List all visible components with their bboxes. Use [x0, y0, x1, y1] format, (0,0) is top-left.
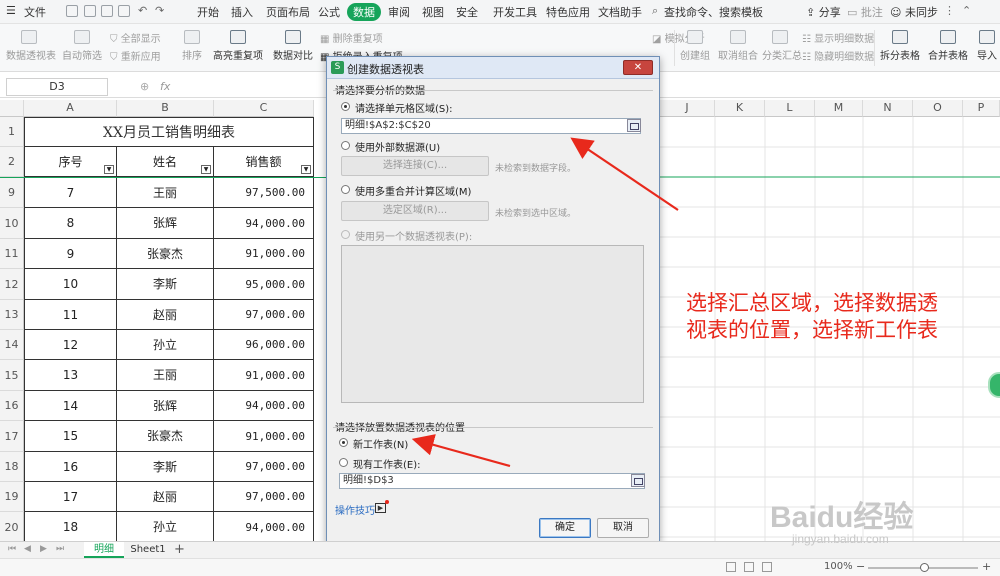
zoom-slider-handle[interactable]: [920, 563, 929, 572]
first-sheet-icon[interactable]: ⏮: [8, 544, 16, 554]
watermark-url: jingyan.baidu.com: [792, 532, 889, 546]
watermark-logo: Baidu经验: [770, 501, 914, 534]
next-sheet-icon[interactable]: ▶: [40, 544, 47, 554]
add-sheet-icon[interactable]: +: [174, 542, 185, 557]
view-page-icon[interactable]: [744, 562, 754, 572]
sheet-tab-sheet1[interactable]: Sheet1: [126, 542, 170, 558]
annotation-arrows: [411, 137, 679, 468]
last-sheet-icon[interactable]: ⏭: [56, 544, 64, 554]
annotation-text: 选择汇总区域，选择数据透视表的位置，选择新工作表: [686, 291, 938, 342]
prev-sheet-icon[interactable]: ◀: [24, 544, 31, 554]
zoom-in-icon[interactable]: +: [982, 560, 991, 573]
view-break-icon[interactable]: [762, 562, 772, 572]
zoom-out-icon[interactable]: −: [856, 560, 865, 573]
sheet-tab-detail[interactable]: 明细: [84, 542, 124, 558]
zoom-level[interactable]: 100%: [824, 561, 853, 572]
view-normal-icon[interactable]: [726, 562, 736, 572]
floating-assist-icon[interactable]: [988, 372, 1000, 398]
spreadsheet-app: ☰ 文件 ↶ ↷ 开始 插入 页面布局 公式 数据 审阅 视图 安全 开发工具 …: [0, 0, 1000, 576]
status-bar: 100% − +: [0, 558, 1000, 576]
